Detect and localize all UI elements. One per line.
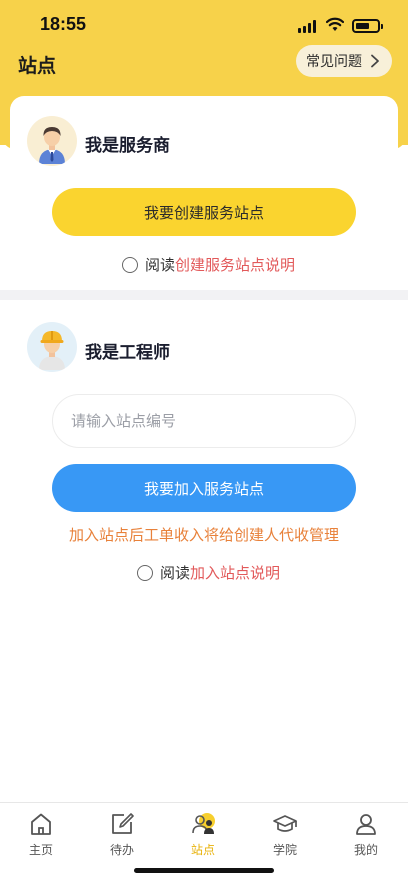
tab-station[interactable]: 站点 — [173, 811, 233, 859]
status-time: 18:55 — [40, 14, 87, 34]
home-indicator — [134, 868, 274, 873]
station-number-field[interactable] — [52, 394, 356, 448]
engineer-avatar — [27, 322, 77, 372]
provider-agree-radio[interactable] — [122, 256, 138, 273]
engineer-agreement: 阅读 加入站点说明 — [137, 562, 280, 583]
user-icon — [356, 814, 376, 835]
page-title: 站点 — [18, 55, 57, 77]
cellular-signal-icon — [298, 20, 318, 33]
faq-button[interactable]: 常见问题 — [296, 45, 392, 77]
engineer-icon — [39, 331, 65, 370]
chevron-right-icon — [371, 54, 379, 68]
engineer-agree-prefix: 阅读 — [160, 564, 191, 582]
station-icon — [192, 813, 215, 834]
join-station-button[interactable]: 我要加入服务站点 — [52, 464, 356, 512]
create-station-button[interactable]: 我要创建服务站点 — [52, 188, 356, 236]
wifi-icon — [326, 17, 344, 31]
businessman-icon — [39, 127, 65, 164]
provider-agreement: 阅读 创建服务站点说明 — [122, 254, 295, 275]
provider-title: 我是服务商 — [85, 136, 170, 156]
battery-icon — [352, 19, 383, 33]
tab-label: 学院 — [272, 843, 297, 857]
tab-label: 我的 — [353, 843, 378, 857]
home-icon — [31, 813, 51, 835]
tab-label: 待办 — [109, 843, 134, 857]
section-divider — [0, 290, 408, 300]
station-number-input[interactable] — [71, 412, 341, 430]
join-station-info-link[interactable]: 加入站点说明 — [190, 562, 280, 583]
provider-avatar — [27, 116, 77, 166]
create-station-info-link[interactable]: 创建服务站点说明 — [175, 254, 295, 275]
tab-home[interactable]: 主页 — [11, 811, 71, 859]
tab-label: 站点 — [190, 843, 215, 857]
tab-todo[interactable]: 待办 — [92, 811, 152, 859]
tab-mine[interactable]: 我的 — [336, 811, 396, 859]
edit-icon — [112, 813, 134, 834]
graduation-cap-icon — [273, 815, 297, 832]
engineer-agree-radio[interactable] — [137, 564, 153, 581]
status-bar: 18:55 — [0, 0, 408, 50]
tab-academy[interactable]: 学院 — [255, 811, 315, 859]
tab-label: 主页 — [28, 843, 53, 857]
faq-label: 常见问题 — [306, 54, 362, 70]
engineer-title: 我是工程师 — [85, 343, 170, 363]
provider-agree-prefix: 阅读 — [145, 256, 176, 274]
join-notice: 加入站点后工单收入将给创建人代收管理 — [68, 526, 339, 544]
